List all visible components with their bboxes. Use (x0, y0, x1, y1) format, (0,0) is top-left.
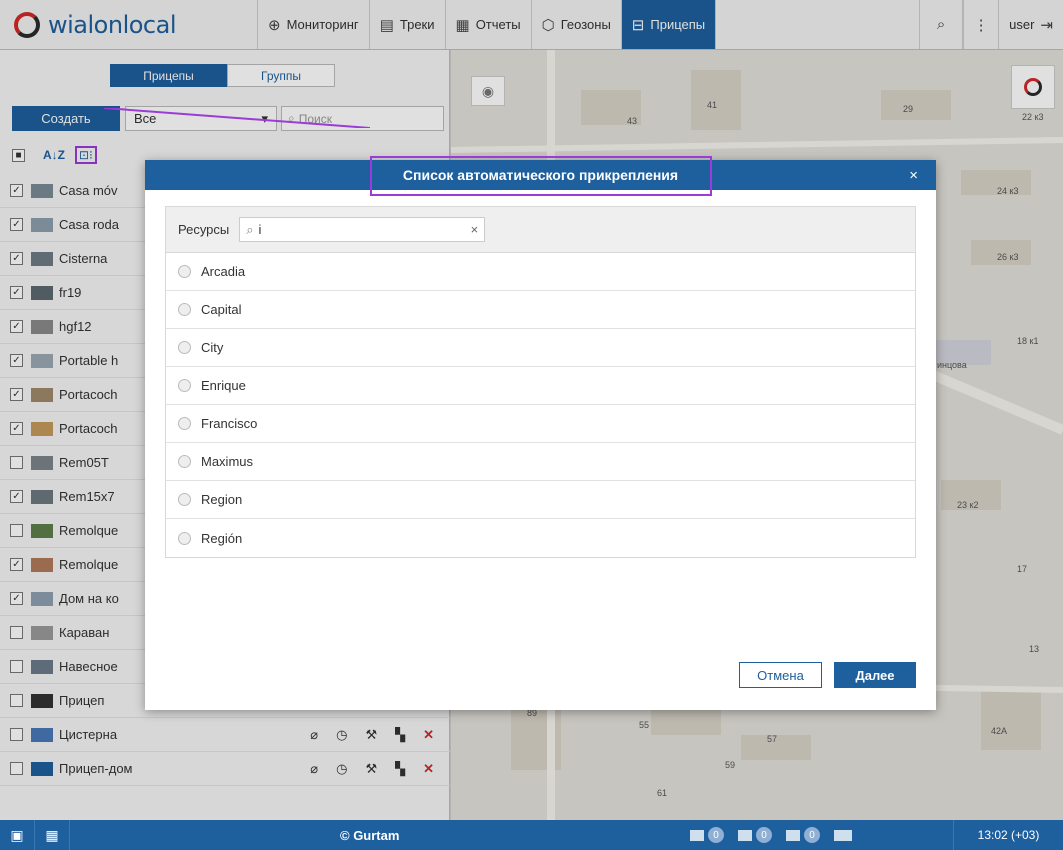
copyright-text: © Gurtam (340, 827, 400, 843)
resource-name: City (201, 340, 224, 355)
events-counter[interactable]: 0 (738, 827, 772, 843)
resource-row[interactable]: Región (166, 519, 915, 557)
clock: 13:02 (+03) (953, 820, 1063, 850)
messages-counter[interactable]: 0 (690, 827, 724, 843)
layout-button[interactable] (834, 829, 852, 841)
resource-radio[interactable] (178, 493, 191, 506)
resource-name: Francisco (201, 416, 258, 431)
counter-badge: 0 (756, 827, 772, 843)
resource-radio[interactable] (178, 379, 191, 392)
title-highlight (370, 156, 712, 196)
resources-panel: Ресурсы ⌕ i × Arcadia Capital City Enrique F… (165, 206, 916, 558)
resource-radio[interactable] (178, 341, 191, 354)
resource-row[interactable]: Francisco (166, 405, 915, 443)
resources-label: Ресурсы (178, 222, 230, 237)
message-icon (690, 829, 704, 841)
callout-connector (104, 108, 370, 128)
event-icon (738, 829, 752, 841)
search-icon: ⌕ (246, 221, 254, 237)
resource-row[interactable]: City (166, 329, 915, 367)
resource-name: Región (201, 530, 243, 546)
panel-icon: ▣ (10, 826, 24, 843)
resources-list: Arcadia Capital City Enrique Francisco Maximu… (166, 253, 915, 557)
panel-toggle-button[interactable]: ▣ (0, 820, 35, 850)
resource-name: Maximus (201, 454, 254, 469)
resource-name: Capital (201, 302, 242, 317)
resource-name: Arcadia (201, 264, 246, 279)
cancel-button[interactable]: Отмена (739, 662, 822, 688)
resources-header: Ресурсы ⌕ i × (166, 207, 915, 253)
bottom-status-bar: ▣ ▦ © Gurtam 0 0 0 13:02 (+03) (0, 820, 1063, 850)
resource-radio[interactable] (178, 417, 191, 430)
grid-icon: ▦ (45, 826, 59, 843)
resources-search-input[interactable]: ⌕ i × (239, 217, 486, 242)
resources-search-value: i (258, 222, 262, 237)
resource-row[interactable]: Enrique (166, 367, 915, 405)
layout-icon (834, 829, 852, 841)
auto-attach-dialog: Список автоматического прикрепления × Ре… (145, 156, 936, 710)
image-icon (786, 829, 800, 841)
clear-search-icon[interactable]: × (471, 222, 479, 237)
images-counter[interactable]: 0 (786, 827, 820, 843)
resource-radio[interactable] (178, 455, 191, 468)
counter-badge: 0 (708, 827, 724, 843)
resource-row[interactable]: Region (166, 481, 915, 519)
resource-radio[interactable] (178, 303, 191, 316)
resource-radio[interactable] (178, 265, 191, 278)
resource-name: Region (201, 492, 243, 507)
resource-row[interactable]: Arcadia (166, 253, 915, 291)
dialog-header: Список автоматического прикрепления × (145, 156, 936, 196)
resource-row[interactable]: Capital (166, 291, 915, 329)
grid-view-button[interactable]: ▦ (35, 820, 70, 850)
next-button[interactable]: Далее (834, 662, 916, 688)
resource-row[interactable]: Maximus (166, 443, 915, 481)
close-icon[interactable]: × (909, 167, 918, 184)
notification-counters: 0 0 0 (690, 820, 852, 850)
resource-name: Enrique (201, 378, 246, 393)
counter-badge: 0 (804, 827, 820, 843)
resource-radio[interactable] (178, 531, 191, 545)
